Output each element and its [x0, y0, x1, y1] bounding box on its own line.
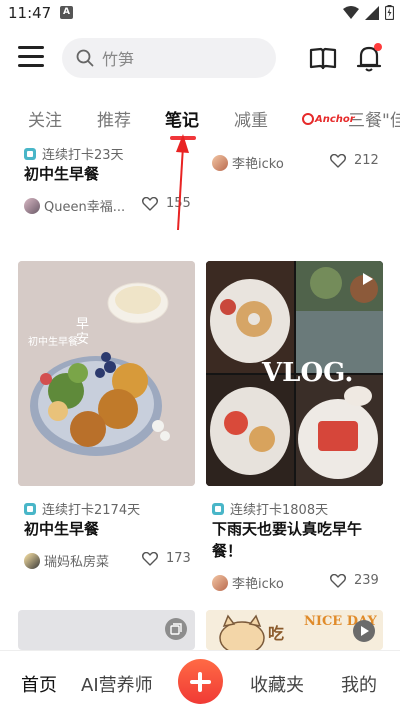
- note-card[interactable]: VLOG. 连续打卡1808天 下雨天也要认真吃早午 餐！ 李艳icko 239: [206, 261, 383, 601]
- card-image[interactable]: 初中生早餐 早安: [18, 261, 195, 486]
- like-number: 173: [166, 551, 191, 566]
- breakfast-photo: [18, 261, 195, 486]
- nav-profile[interactable]: 我的: [341, 671, 377, 697]
- like-count[interactable]: 212: [330, 153, 379, 168]
- checkin-text: 连续打卡2174天: [42, 503, 141, 518]
- checkin-icon: [212, 502, 224, 515]
- search-input[interactable]: 竹笋: [62, 38, 276, 78]
- checkin-badge: 连续打卡23天: [24, 144, 124, 163]
- author-name: 李艳icko: [232, 577, 284, 592]
- card-image[interactable]: 吃 NICE DAY: [206, 610, 383, 650]
- card-author[interactable]: 李艳icko: [212, 573, 284, 592]
- checkin-badge: 连续打卡1808天: [212, 499, 328, 518]
- multi-image-icon: [165, 618, 187, 640]
- heart-icon: [330, 573, 346, 588]
- checkin-badge: 连续打卡2174天: [24, 499, 140, 518]
- image-text-left: 吃: [268, 624, 285, 643]
- checkin-icon: [24, 147, 36, 160]
- menu-icon[interactable]: [18, 46, 44, 68]
- note-card[interactable]: [18, 610, 195, 650]
- anchor-brand-logo[interactable]: Anchor: [302, 113, 355, 125]
- author-name: Queen幸福...: [44, 200, 126, 215]
- wifi-icon: [343, 5, 359, 19]
- note-card[interactable]: 李艳icko 212: [206, 140, 383, 180]
- like-number: 239: [354, 573, 379, 588]
- signal-icon: [365, 5, 379, 20]
- notification-badge: A: [60, 6, 73, 19]
- heart-icon: [330, 153, 346, 168]
- avatar: [212, 154, 228, 171]
- search-placeholder: 竹笋: [102, 50, 135, 69]
- like-count[interactable]: 155: [142, 196, 191, 211]
- card-title-line2: 餐！: [212, 542, 243, 560]
- card-author[interactable]: 李艳icko: [212, 153, 284, 172]
- anchor-logo-mark: [302, 113, 314, 125]
- tab-follow[interactable]: 关注: [28, 106, 62, 131]
- book-icon[interactable]: [309, 44, 337, 72]
- battery-icon: [385, 5, 394, 20]
- avatar: [24, 552, 40, 569]
- status-bar: 11:47 A: [0, 0, 400, 26]
- card-author[interactable]: Queen幸福...: [24, 196, 125, 215]
- checkin-icon: [24, 502, 36, 515]
- avatar: [24, 197, 40, 214]
- play-icon: [353, 620, 375, 642]
- search-icon: [76, 49, 94, 67]
- notification-button[interactable]: [355, 43, 383, 73]
- note-card[interactable]: 吃 NICE DAY: [206, 610, 383, 650]
- plus-icon[interactable]: [178, 659, 223, 704]
- note-card[interactable]: 连续打卡23天 初中生早餐 Queen幸福... 155: [18, 140, 195, 220]
- tab-three-meals[interactable]: 三餐"佳: [348, 106, 400, 131]
- author-name: 瑞妈私房菜: [44, 555, 110, 570]
- image-stamp: 早安: [76, 317, 90, 347]
- heart-icon: [142, 551, 158, 566]
- tab-weight-loss[interactable]: 减重: [234, 106, 268, 131]
- like-count[interactable]: 173: [142, 551, 191, 566]
- nav-ai-nutritionist[interactable]: AI营养师: [81, 671, 153, 697]
- card-author[interactable]: 瑞妈私房菜: [24, 551, 109, 570]
- avatar: [212, 574, 228, 591]
- card-title-line1: 下雨天也要认真吃早午: [212, 520, 363, 538]
- image-logo: VLOG.: [262, 358, 354, 388]
- like-number: 212: [354, 153, 379, 168]
- notification-dot: [374, 43, 382, 51]
- note-card[interactable]: 初中生早餐 早安 连续打卡2174天 初中生早餐 瑞妈私房菜 173: [18, 261, 195, 581]
- heart-icon: [142, 196, 158, 211]
- card-image[interactable]: [18, 610, 195, 650]
- card-title: 初中生早餐: [24, 165, 100, 183]
- image-caption: 初中生早餐: [28, 337, 78, 348]
- system-icons: [343, 5, 394, 20]
- status-time: 11:47: [8, 4, 52, 22]
- nav-favorites[interactable]: 收藏夹: [250, 671, 304, 697]
- author-name: 李艳icko: [232, 157, 284, 172]
- bottom-nav: 首页 AI营养师 收藏夹 我的: [0, 650, 400, 710]
- like-number: 155: [166, 196, 191, 211]
- anchor-logo-text: Anchor: [315, 113, 355, 125]
- checkin-text: 连续打卡1808天: [230, 503, 329, 518]
- play-icon: [363, 273, 373, 285]
- card-title: 初中生早餐: [24, 520, 100, 538]
- like-count[interactable]: 239: [330, 573, 379, 588]
- tab-recommend[interactable]: 推荐: [97, 106, 131, 131]
- checkin-text: 连续打卡23天: [42, 148, 124, 163]
- nav-home[interactable]: 首页: [21, 671, 57, 697]
- card-image[interactable]: VLOG.: [206, 261, 383, 486]
- tab-notes[interactable]: 笔记: [165, 106, 199, 131]
